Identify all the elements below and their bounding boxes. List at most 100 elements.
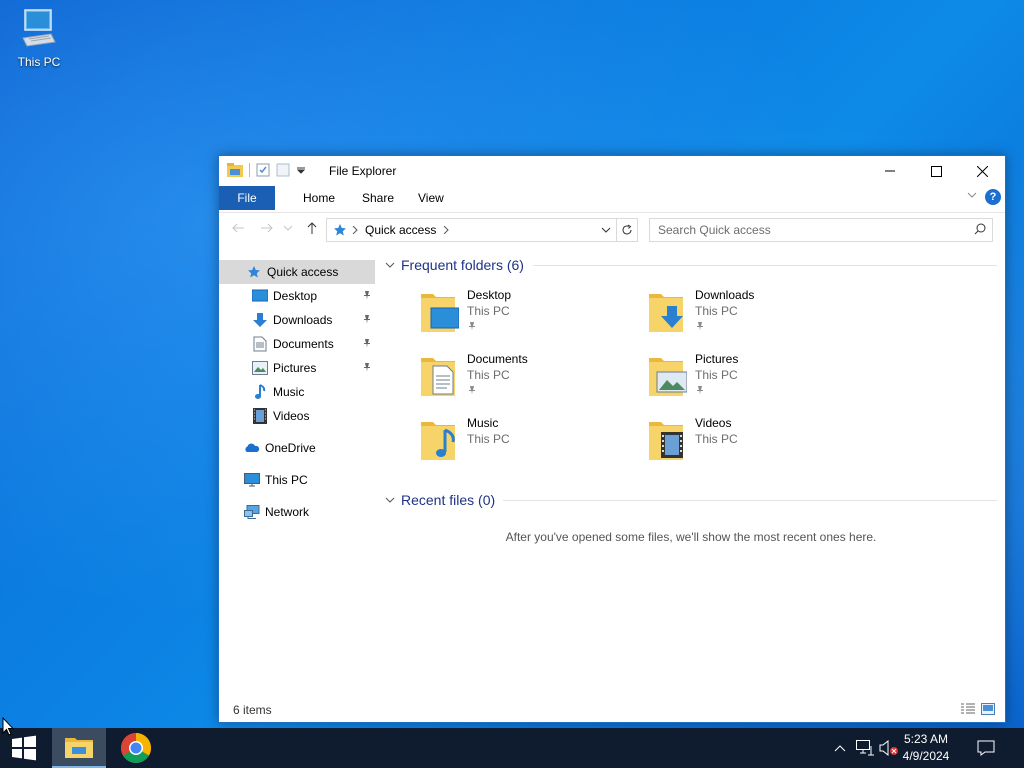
folder-location: This PC [467, 368, 510, 382]
sidebar-item-music[interactable]: Music [219, 380, 375, 404]
maximize-icon [930, 165, 942, 177]
forward-arrow-icon [261, 223, 273, 233]
this-pc-icon [22, 9, 56, 47]
file-explorer-window: File Explorer File Home Share View ? Qui… [218, 155, 1006, 723]
folder-tile-downloads[interactable]: Downloads This PC [647, 288, 867, 344]
frequent-folders-header[interactable]: Frequent folders (6) [385, 254, 524, 276]
recent-locations-button[interactable] [283, 219, 293, 237]
pictures-folder-icon [649, 358, 687, 396]
title-bar: File Explorer [219, 156, 1005, 186]
folder-tile-music[interactable]: Music This PC [419, 416, 639, 472]
properties-icon[interactable] [256, 163, 270, 177]
search-input[interactable] [656, 222, 960, 238]
clock-time: 5:23 AM [903, 732, 949, 746]
details-view-icon[interactable] [961, 703, 975, 715]
action-center-button[interactable] [972, 728, 1000, 768]
pictures-icon [251, 359, 269, 377]
maximize-button[interactable] [913, 156, 959, 186]
folder-tile-videos[interactable]: Videos This PC [647, 416, 867, 472]
folder-tile-desktop[interactable]: Desktop This PC [419, 288, 639, 344]
folder-location: This PC [467, 304, 510, 318]
taskbar-file-explorer[interactable] [52, 728, 106, 768]
navigation-pane: Quick access Desktop Downloads Documents [219, 260, 375, 700]
pin-icon[interactable] [362, 362, 372, 372]
folder-name: Videos [695, 416, 732, 430]
pin-icon[interactable] [362, 338, 372, 348]
onedrive-cloud-icon [243, 439, 261, 457]
folder-tile-documents[interactable]: Documents This PC [419, 352, 639, 408]
pin-icon[interactable] [362, 314, 372, 324]
tab-home[interactable]: Home [293, 186, 345, 210]
back-button[interactable] [229, 219, 247, 237]
show-hidden-icons-button[interactable] [830, 728, 850, 768]
quick-access-star-icon [334, 224, 346, 236]
address-dropdown-chevron-icon[interactable] [601, 227, 611, 234]
folder-tile-pictures[interactable]: Pictures This PC [647, 352, 867, 408]
up-button[interactable] [303, 219, 321, 237]
forward-button[interactable] [258, 219, 276, 237]
sidebar-item-quick-access[interactable]: Quick access [219, 260, 375, 284]
sidebar-item-network[interactable]: Network [219, 500, 375, 524]
close-button[interactable] [959, 156, 1005, 186]
toolbar-separator [249, 163, 250, 177]
group-divider [503, 500, 997, 501]
folder-name: Desktop [467, 288, 512, 302]
sidebar-item-documents[interactable]: Documents [219, 332, 375, 356]
search-icon[interactable] [974, 223, 986, 235]
group-divider [533, 265, 997, 266]
notifications-icon [977, 740, 995, 756]
chrome-icon [120, 733, 152, 764]
clock-date: 4/9/2024 [902, 749, 950, 763]
taskbar-chrome[interactable] [112, 728, 160, 768]
sidebar-item-desktop[interactable]: Desktop [219, 284, 375, 308]
desktop-icon-this-pc[interactable]: This PC [12, 8, 66, 69]
pin-icon [697, 386, 703, 395]
help-button[interactable]: ? [985, 189, 1001, 205]
large-icons-view-icon[interactable] [981, 703, 995, 715]
breadcrumb-separator-icon [443, 226, 449, 234]
clock[interactable]: 5:23 AM 4/9/2024 [896, 731, 956, 765]
sidebar-item-label: Desktop [273, 289, 318, 303]
network-icon [243, 503, 261, 521]
this-pc-icon [243, 471, 261, 489]
refresh-icon [622, 224, 632, 235]
customize-toolbar-dropdown-icon[interactable] [296, 165, 306, 175]
folder-location: This PC [695, 432, 738, 446]
quick-access-star-icon [245, 263, 263, 281]
folder-name: Documents [467, 352, 528, 366]
address-bar[interactable]: Quick access [326, 218, 638, 242]
pin-icon[interactable] [362, 290, 372, 300]
sidebar-item-label: Videos [273, 409, 310, 423]
tab-file[interactable]: File [219, 186, 275, 210]
documents-icon [251, 335, 269, 353]
minimize-button[interactable] [867, 156, 913, 186]
breadcrumb-quick-access[interactable]: Quick access [365, 223, 436, 237]
mouse-cursor-icon [2, 717, 14, 736]
sidebar-item-label: Pictures [273, 361, 317, 375]
recent-files-header[interactable]: Recent files (0) [385, 489, 495, 511]
pin-icon [697, 322, 703, 331]
tab-view[interactable]: View [408, 186, 454, 210]
network-status-button[interactable] [854, 728, 876, 768]
taskbar: 5:23 AM 4/9/2024 [0, 728, 1024, 768]
desktop-folder-icon [421, 294, 459, 332]
sidebar-item-pictures[interactable]: Pictures [219, 356, 375, 380]
breadcrumb-separator-icon [352, 226, 358, 234]
sidebar-item-downloads[interactable]: Downloads [219, 308, 375, 332]
new-folder-icon[interactable] [276, 163, 290, 177]
minimize-icon [885, 170, 895, 172]
expand-ribbon-chevron-icon[interactable] [967, 190, 977, 200]
sidebar-item-this-pc[interactable]: This PC [219, 468, 375, 492]
tab-share[interactable]: Share [352, 186, 404, 210]
folder-name: Music [467, 416, 499, 430]
search-box[interactable] [649, 218, 993, 242]
sidebar-item-videos[interactable]: Videos [219, 404, 375, 428]
quick-access-toolbar [227, 163, 306, 177]
sidebar-item-label: Network [265, 505, 310, 519]
close-icon [976, 165, 988, 177]
sidebar-item-onedrive[interactable]: OneDrive [219, 436, 375, 460]
folder-name: Pictures [695, 352, 739, 366]
navigation-bar: Quick access [219, 212, 1005, 245]
up-arrow-icon [307, 222, 317, 234]
refresh-button[interactable] [616, 219, 637, 241]
